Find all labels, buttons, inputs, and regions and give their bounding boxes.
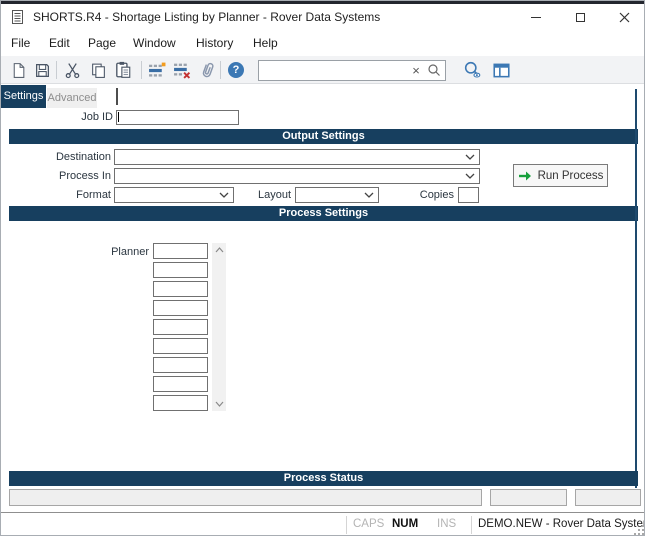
minimize-icon	[531, 17, 541, 18]
save-button[interactable]	[31, 59, 53, 81]
statusbar-separator	[346, 516, 347, 534]
caps-indicator: CAPS	[353, 518, 385, 530]
planner-scrollbar[interactable]	[212, 243, 226, 411]
scroll-down-icon[interactable]	[212, 397, 226, 411]
search-icon[interactable]	[427, 63, 442, 78]
chevron-down-icon	[465, 173, 475, 179]
section-process-status: Process Status	[9, 471, 638, 486]
maximize-icon	[575, 13, 585, 22]
chevron-down-icon	[465, 154, 475, 160]
status-bar: CAPS NUM INS DEMO.NEW - Rover Data Syste…	[1, 512, 645, 535]
menu-page[interactable]: Page	[88, 31, 116, 56]
status-field-time	[575, 489, 641, 506]
planner-input[interactable]	[153, 319, 208, 335]
tab-strip-end	[116, 88, 118, 105]
toolbar-separator	[56, 61, 57, 79]
process-in-label: Process In	[59, 170, 111, 182]
section-process-settings: Process Settings	[9, 206, 638, 221]
session-context: DEMO.NEW - Rover Data Systems	[478, 518, 645, 530]
close-icon	[619, 12, 629, 23]
planner-input[interactable]	[153, 262, 208, 278]
menu-bar: File Edit Page Window History Help	[1, 31, 644, 56]
search-eye-icon	[464, 61, 481, 78]
planner-input[interactable]	[153, 376, 208, 392]
help-icon: ?	[228, 62, 244, 78]
panel-right-edge	[635, 89, 637, 488]
maximize-button[interactable]	[558, 4, 602, 31]
attachment-button[interactable]	[197, 59, 219, 81]
run-arrow-icon	[518, 171, 531, 180]
menu-file[interactable]: File	[11, 31, 30, 56]
job-id-input[interactable]	[116, 110, 239, 125]
toolbar-separator	[141, 61, 142, 79]
paperclip-icon	[202, 62, 214, 78]
num-indicator: NUM	[392, 518, 419, 530]
process-in-select[interactable]	[114, 168, 480, 184]
planner-input[interactable]	[153, 338, 208, 354]
status-field-message	[9, 489, 482, 506]
menu-edit[interactable]: Edit	[49, 31, 70, 56]
copy-icon	[91, 63, 105, 78]
help-button[interactable]: ?	[225, 59, 247, 81]
planner-input[interactable]	[153, 243, 208, 259]
job-id-label: Job ID	[81, 111, 113, 123]
menu-window[interactable]: Window	[133, 31, 176, 56]
planner-input[interactable]	[153, 281, 208, 297]
tab-advanced[interactable]: Advanced	[47, 88, 97, 108]
status-field-progress	[490, 489, 567, 506]
lookup-view-button[interactable]	[462, 59, 484, 81]
search-box: ×	[258, 60, 446, 81]
search-input[interactable]	[262, 62, 407, 79]
ins-indicator: INS	[437, 518, 457, 530]
destination-select[interactable]	[114, 149, 480, 165]
minimize-button[interactable]	[514, 4, 558, 31]
toolbar: ? ×	[1, 56, 644, 84]
form-view-button[interactable]	[490, 59, 512, 81]
paste-icon	[116, 61, 131, 78]
copies-label: Copies	[419, 189, 454, 201]
format-label: Format	[76, 189, 111, 201]
planner-input[interactable]	[153, 300, 208, 316]
insert-line-icon	[149, 62, 166, 77]
menu-help[interactable]: Help	[253, 31, 278, 56]
insert-line-button[interactable]	[146, 59, 168, 81]
menu-history[interactable]: History	[196, 31, 233, 56]
section-output-settings: Output Settings	[9, 129, 638, 144]
new-document-button[interactable]	[7, 59, 29, 81]
toolbar-separator	[220, 61, 221, 79]
delete-line-button[interactable]	[171, 59, 193, 81]
form-view-icon	[492, 63, 510, 77]
planner-label: Planner	[111, 246, 149, 258]
cut-icon	[65, 62, 79, 78]
run-process-button[interactable]: Run Process	[513, 164, 608, 187]
save-icon	[35, 63, 49, 77]
scroll-up-icon[interactable]	[212, 243, 226, 257]
planner-input[interactable]	[153, 357, 208, 373]
app-icon	[9, 9, 25, 25]
delete-line-icon	[174, 63, 191, 79]
run-process-label: Run Process	[537, 169, 604, 182]
window-title: SHORTS.R4 - Shortage Listing by Planner …	[33, 10, 381, 24]
planner-input[interactable]	[153, 395, 208, 411]
statusbar-separator	[471, 516, 472, 534]
text-caret	[118, 112, 119, 122]
copies-input[interactable]	[458, 187, 479, 203]
layout-label: Layout	[257, 189, 291, 201]
new-document-icon	[13, 62, 24, 78]
title-bar: SHORTS.R4 - Shortage Listing by Planner …	[1, 4, 644, 31]
destination-label: Destination	[55, 151, 111, 163]
copy-button[interactable]	[87, 59, 109, 81]
paste-button[interactable]	[112, 59, 134, 81]
cut-button[interactable]	[61, 59, 83, 81]
close-button[interactable]	[602, 4, 644, 31]
app-window: SHORTS.R4 - Shortage Listing by Planner …	[0, 0, 645, 536]
search-clear-icon[interactable]: ×	[409, 62, 423, 79]
tab-settings[interactable]: Settings	[1, 85, 46, 108]
